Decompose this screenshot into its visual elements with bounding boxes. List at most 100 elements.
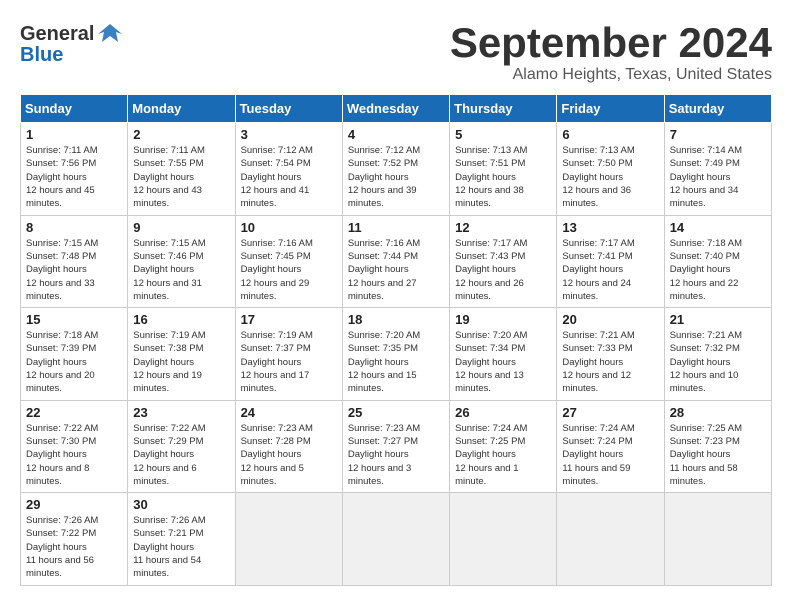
col-monday: Monday xyxy=(128,95,235,123)
day-number-15: 15 xyxy=(26,312,122,327)
day-25: 25 Sunrise: 7:23 AM Sunset: 7:27 PM Dayl… xyxy=(342,400,449,492)
day-info-21: Sunrise: 7:21 AM Sunset: 7:32 PM Dayligh… xyxy=(670,329,766,395)
day-30: 30 Sunrise: 7:26 AM Sunset: 7:21 PM Dayl… xyxy=(128,493,235,585)
empty-cell-w5-d2 xyxy=(235,493,342,585)
day-info-9: Sunrise: 7:15 AM Sunset: 7:46 PM Dayligh… xyxy=(133,237,229,303)
day-number-2: 2 xyxy=(133,127,229,142)
day-21: 21 Sunrise: 7:21 AM Sunset: 7:32 PM Dayl… xyxy=(664,308,771,400)
day-number-29: 29 xyxy=(26,497,122,512)
day-27: 27 Sunrise: 7:24 AM Sunset: 7:24 PM Dayl… xyxy=(557,400,664,492)
day-4: 4 Sunrise: 7:12 AM Sunset: 7:52 PM Dayli… xyxy=(342,123,449,215)
day-number-28: 28 xyxy=(670,405,766,420)
calendar-table: Sunday Monday Tuesday Wednesday Thursday… xyxy=(20,94,772,585)
week-row-5: 29 Sunrise: 7:26 AM Sunset: 7:22 PM Dayl… xyxy=(21,493,772,585)
day-info-7: Sunrise: 7:14 AM Sunset: 7:49 PM Dayligh… xyxy=(670,144,766,210)
day-info-16: Sunrise: 7:19 AM Sunset: 7:38 PM Dayligh… xyxy=(133,329,229,395)
day-number-23: 23 xyxy=(133,405,229,420)
day-number-27: 27 xyxy=(562,405,658,420)
day-info-29: Sunrise: 7:26 AM Sunset: 7:22 PM Dayligh… xyxy=(26,514,122,580)
title-section: September 2024 Alamo Heights, Texas, Uni… xyxy=(450,20,772,84)
day-20: 20 Sunrise: 7:21 AM Sunset: 7:33 PM Dayl… xyxy=(557,308,664,400)
day-6: 6 Sunrise: 7:13 AM Sunset: 7:50 PM Dayli… xyxy=(557,123,664,215)
day-22: 22 Sunrise: 7:22 AM Sunset: 7:30 PM Dayl… xyxy=(21,400,128,492)
day-info-13: Sunrise: 7:17 AM Sunset: 7:41 PM Dayligh… xyxy=(562,237,658,303)
col-saturday: Saturday xyxy=(664,95,771,123)
day-info-26: Sunrise: 7:24 AM Sunset: 7:25 PM Dayligh… xyxy=(455,422,551,488)
day-number-26: 26 xyxy=(455,405,551,420)
day-info-25: Sunrise: 7:23 AM Sunset: 7:27 PM Dayligh… xyxy=(348,422,444,488)
col-thursday: Thursday xyxy=(450,95,557,123)
day-number-13: 13 xyxy=(562,220,658,235)
day-number-20: 20 xyxy=(562,312,658,327)
empty-cell-w5-d5 xyxy=(557,493,664,585)
day-number-10: 10 xyxy=(241,220,337,235)
week-row-4: 22 Sunrise: 7:22 AM Sunset: 7:30 PM Dayl… xyxy=(21,400,772,492)
empty-cell-w5-d6 xyxy=(664,493,771,585)
day-number-6: 6 xyxy=(562,127,658,142)
day-2: 2 Sunrise: 7:11 AM Sunset: 7:55 PM Dayli… xyxy=(128,123,235,215)
day-number-9: 9 xyxy=(133,220,229,235)
day-1: 1 Sunrise: 7:11 AM Sunset: 7:56 PM Dayli… xyxy=(21,123,128,215)
day-info-4: Sunrise: 7:12 AM Sunset: 7:52 PM Dayligh… xyxy=(348,144,444,210)
day-info-10: Sunrise: 7:16 AM Sunset: 7:45 PM Dayligh… xyxy=(241,237,337,303)
day-number-21: 21 xyxy=(670,312,766,327)
day-info-23: Sunrise: 7:22 AM Sunset: 7:29 PM Dayligh… xyxy=(133,422,229,488)
location-title: Alamo Heights, Texas, United States xyxy=(450,66,772,84)
day-28: 28 Sunrise: 7:25 AM Sunset: 7:23 PM Dayl… xyxy=(664,400,771,492)
day-18: 18 Sunrise: 7:20 AM Sunset: 7:35 PM Dayl… xyxy=(342,308,449,400)
week-row-2: 8 Sunrise: 7:15 AM Sunset: 7:48 PM Dayli… xyxy=(21,215,772,307)
day-info-15: Sunrise: 7:18 AM Sunset: 7:39 PM Dayligh… xyxy=(26,329,122,395)
day-info-11: Sunrise: 7:16 AM Sunset: 7:44 PM Dayligh… xyxy=(348,237,444,303)
day-info-27: Sunrise: 7:24 AM Sunset: 7:24 PM Dayligh… xyxy=(562,422,658,488)
day-19: 19 Sunrise: 7:20 AM Sunset: 7:34 PM Dayl… xyxy=(450,308,557,400)
day-info-5: Sunrise: 7:13 AM Sunset: 7:51 PM Dayligh… xyxy=(455,144,551,210)
day-16: 16 Sunrise: 7:19 AM Sunset: 7:38 PM Dayl… xyxy=(128,308,235,400)
day-10: 10 Sunrise: 7:16 AM Sunset: 7:45 PM Dayl… xyxy=(235,215,342,307)
day-3: 3 Sunrise: 7:12 AM Sunset: 7:54 PM Dayli… xyxy=(235,123,342,215)
day-number-12: 12 xyxy=(455,220,551,235)
empty-cell-w5-d4 xyxy=(450,493,557,585)
week-row-1: 1 Sunrise: 7:11 AM Sunset: 7:56 PM Dayli… xyxy=(21,123,772,215)
day-info-17: Sunrise: 7:19 AM Sunset: 7:37 PM Dayligh… xyxy=(241,329,337,395)
day-number-22: 22 xyxy=(26,405,122,420)
day-9: 9 Sunrise: 7:15 AM Sunset: 7:46 PM Dayli… xyxy=(128,215,235,307)
day-info-28: Sunrise: 7:25 AM Sunset: 7:23 PM Dayligh… xyxy=(670,422,766,488)
col-wednesday: Wednesday xyxy=(342,95,449,123)
day-info-19: Sunrise: 7:20 AM Sunset: 7:34 PM Dayligh… xyxy=(455,329,551,395)
day-number-14: 14 xyxy=(670,220,766,235)
day-number-3: 3 xyxy=(241,127,337,142)
month-title: September 2024 xyxy=(450,20,772,66)
day-number-4: 4 xyxy=(348,127,444,142)
page-header: General Blue September 2024 Alamo Height… xyxy=(20,20,772,84)
day-info-14: Sunrise: 7:18 AM Sunset: 7:40 PM Dayligh… xyxy=(670,237,766,303)
day-12: 12 Sunrise: 7:17 AM Sunset: 7:43 PM Dayl… xyxy=(450,215,557,307)
day-15: 15 Sunrise: 7:18 AM Sunset: 7:39 PM Dayl… xyxy=(21,308,128,400)
day-info-6: Sunrise: 7:13 AM Sunset: 7:50 PM Dayligh… xyxy=(562,144,658,210)
day-info-22: Sunrise: 7:22 AM Sunset: 7:30 PM Dayligh… xyxy=(26,422,122,488)
logo: General Blue xyxy=(20,20,124,67)
day-5: 5 Sunrise: 7:13 AM Sunset: 7:51 PM Dayli… xyxy=(450,123,557,215)
day-info-8: Sunrise: 7:15 AM Sunset: 7:48 PM Dayligh… xyxy=(26,237,122,303)
day-number-24: 24 xyxy=(241,405,337,420)
day-info-3: Sunrise: 7:12 AM Sunset: 7:54 PM Dayligh… xyxy=(241,144,337,210)
day-26: 26 Sunrise: 7:24 AM Sunset: 7:25 PM Dayl… xyxy=(450,400,557,492)
day-11: 11 Sunrise: 7:16 AM Sunset: 7:44 PM Dayl… xyxy=(342,215,449,307)
calendar-header-row: Sunday Monday Tuesday Wednesday Thursday… xyxy=(21,95,772,123)
day-24: 24 Sunrise: 7:23 AM Sunset: 7:28 PM Dayl… xyxy=(235,400,342,492)
logo-bird-icon xyxy=(96,20,124,48)
day-number-18: 18 xyxy=(348,312,444,327)
day-23: 23 Sunrise: 7:22 AM Sunset: 7:29 PM Dayl… xyxy=(128,400,235,492)
col-tuesday: Tuesday xyxy=(235,95,342,123)
day-number-19: 19 xyxy=(455,312,551,327)
day-number-25: 25 xyxy=(348,405,444,420)
day-number-8: 8 xyxy=(26,220,122,235)
day-number-30: 30 xyxy=(133,497,229,512)
day-7: 7 Sunrise: 7:14 AM Sunset: 7:49 PM Dayli… xyxy=(664,123,771,215)
day-number-5: 5 xyxy=(455,127,551,142)
day-29: 29 Sunrise: 7:26 AM Sunset: 7:22 PM Dayl… xyxy=(21,493,128,585)
day-info-24: Sunrise: 7:23 AM Sunset: 7:28 PM Dayligh… xyxy=(241,422,337,488)
day-number-11: 11 xyxy=(348,220,444,235)
day-info-20: Sunrise: 7:21 AM Sunset: 7:33 PM Dayligh… xyxy=(562,329,658,395)
day-info-30: Sunrise: 7:26 AM Sunset: 7:21 PM Dayligh… xyxy=(133,514,229,580)
day-number-17: 17 xyxy=(241,312,337,327)
